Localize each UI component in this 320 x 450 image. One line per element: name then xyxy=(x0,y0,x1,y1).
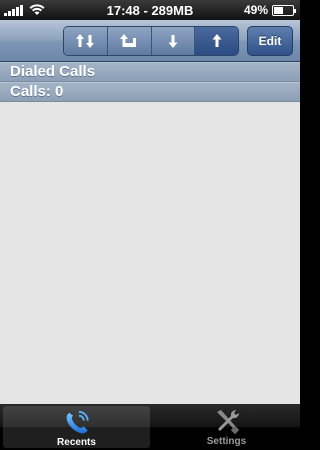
battery-level xyxy=(274,6,283,14)
up-down-arrows-icon xyxy=(76,34,95,48)
return-arrow-icon xyxy=(120,34,137,47)
battery-icon xyxy=(272,4,296,16)
segment-down[interactable] xyxy=(151,27,196,55)
status-bar: 17:48 - 289MB 49% xyxy=(0,0,300,20)
battery-percent: 49% xyxy=(243,3,268,17)
status-right: 49% xyxy=(243,3,296,17)
tab-settings[interactable]: Settings xyxy=(153,404,300,450)
tab-label-recents: Recents xyxy=(57,437,96,448)
segment-return[interactable] xyxy=(107,27,152,55)
tab-label-settings: Settings xyxy=(206,436,247,447)
up-arrow-icon xyxy=(212,34,222,47)
down-arrow-icon xyxy=(168,35,178,48)
phone-icon xyxy=(66,410,89,434)
sort-segmented-control xyxy=(63,26,239,56)
section-title: Dialed Calls xyxy=(0,62,300,82)
calls-list[interactable] xyxy=(0,102,300,404)
segment-up-down[interactable] xyxy=(64,27,108,55)
nav-toolbar: Edit xyxy=(0,20,300,62)
tools-icon xyxy=(216,409,239,435)
calls-count: Calls: 0 xyxy=(0,82,300,102)
tab-bar: Recents Settings xyxy=(0,404,300,450)
tab-recents[interactable]: Recents xyxy=(3,406,150,448)
edit-button[interactable]: Edit xyxy=(247,26,293,56)
segment-up[interactable] xyxy=(195,27,238,55)
